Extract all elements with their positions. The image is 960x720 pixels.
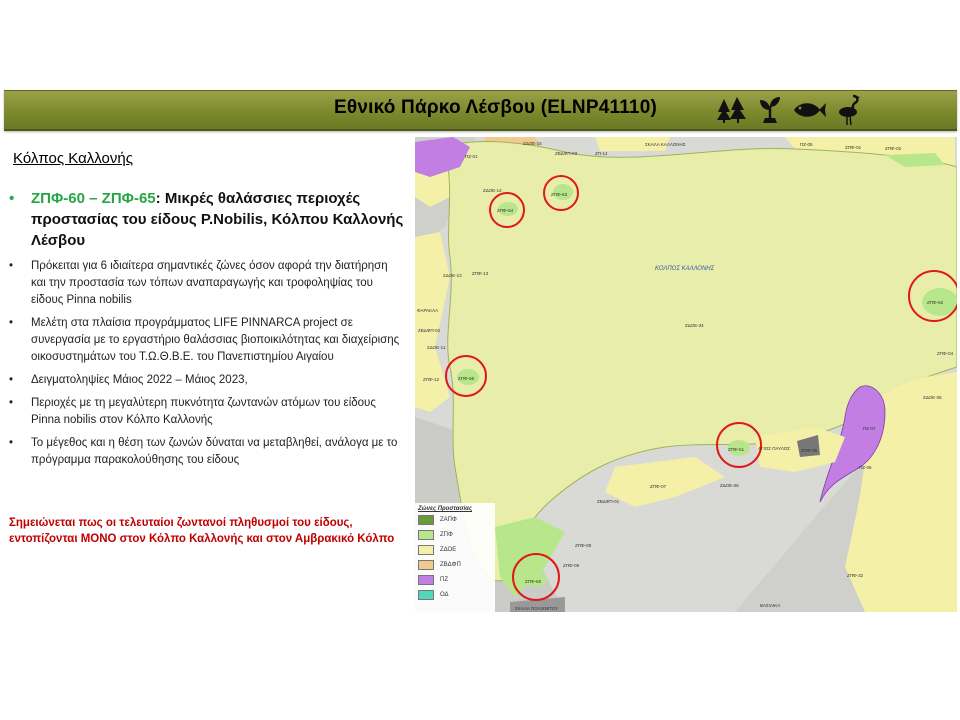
zone-label: ΠΖ-07 xyxy=(863,426,876,431)
bullet-icon: • xyxy=(9,190,15,207)
list-item: • Περιοχές με τη μεγαλύτερη πυκνότητα ζων… xyxy=(9,397,376,426)
flamingo-icon xyxy=(839,94,860,126)
zone-label: ΖΠΦ-09 xyxy=(563,563,580,568)
legend-swatch xyxy=(418,544,434,555)
zone-label: ΦΑΡΑΚΛΑ xyxy=(417,308,438,313)
zone-label: ΖΔΟΕ-14 xyxy=(483,188,502,193)
zone-label: ΖΠΦ-08 xyxy=(575,543,592,548)
bullet-list: • Πρόκειται για 6 ιδιαίτερα σημαντικές ζώ… xyxy=(9,258,401,475)
zone-label: ΠΖ-01 xyxy=(465,154,478,159)
zone-label: ΑΓΙΟΣ ΠΑΥΛΟΣ xyxy=(758,446,790,451)
zone-label: ΖΠΦ-32 xyxy=(847,573,864,578)
banner-title: Εθνικό Πάρκο Λέσβου (ELNP41110) xyxy=(334,97,657,118)
legend-swatch xyxy=(418,559,434,570)
legend-item: ΖΒΔΦΠ xyxy=(415,557,495,572)
zone-label: ΖΒΔΦΠ-03 xyxy=(555,151,578,156)
zone-label: ΖΠ-14 xyxy=(595,151,608,156)
trees-icon xyxy=(717,97,746,123)
zone-label: ΖΒΔΦΠ-02 xyxy=(418,328,441,333)
zone-label: ΖΠΦ-01 xyxy=(845,145,862,150)
zone-label: ΖΔΟΕ-06 xyxy=(720,483,739,488)
legend-swatch xyxy=(418,574,434,585)
legend-item: ΠΖ xyxy=(415,572,495,587)
zone-label: ΒΑΣΙΛΙΚΑ xyxy=(760,603,780,608)
list-item: • Το μέγεθος και η θέση των ζωνών δύναται… xyxy=(9,437,398,466)
zone-label: ΖΔΟΕ-15 xyxy=(523,141,542,146)
banner-icons xyxy=(716,94,863,126)
bullet-icon: • xyxy=(9,374,14,386)
bullet-icon: • xyxy=(9,437,14,449)
zone-label: ΖΠΦ-07 xyxy=(650,484,667,489)
bullet-icon: • xyxy=(9,397,14,409)
bullet-icon: • xyxy=(9,317,14,329)
zone-label: ΠΖ-05 xyxy=(800,142,813,147)
zone-label: ΖΠΦ-02 xyxy=(885,146,902,151)
legend-item: ΖΑΠΦ xyxy=(415,512,495,527)
zone-label: ΣΚΑΛΑ ΚΑΛΛΟΝΗΣ xyxy=(645,142,686,147)
list-item: • Δειγματοληψίες Μάιος 2022 – Μάιος 2023, xyxy=(9,372,401,389)
gulf-label: ΚΟΛΠΟΣ ΚΑΛΛΟΝΗΣ xyxy=(655,266,715,272)
zone-label: ΖΔΟΕ-11 xyxy=(427,345,446,350)
zone-label: ΖΠΦ-12 xyxy=(423,377,440,382)
zone-label: ΣΚΑΛΑ ΠΟΛΙΧΝΙΤΟΥ xyxy=(515,606,558,611)
legend-title: Ζώνες Προστασίας xyxy=(418,506,473,512)
zoning-map[interactable]: ΚΟΛΠΟΣ ΚΑΛΛΟΝΗΣ ΠΖ-01 ΖΔΟΕ-15 ΖΒΔΦΠ-03 Ζ… xyxy=(415,137,957,612)
legend-swatch xyxy=(418,529,434,540)
section-title: Κόλπος Καλλονής xyxy=(13,150,133,167)
zone-label: ΖΠΦ-62 xyxy=(927,300,944,305)
legend-swatch xyxy=(418,589,434,600)
main-point-text: ΖΠΦ-60 – ΖΠΦ-65: Μικρές θαλάσσιες περιοχ… xyxy=(31,188,409,251)
bullet-icon: • xyxy=(9,260,14,272)
fish-icon xyxy=(794,103,826,117)
legend-swatch xyxy=(418,514,434,525)
zone-label: ΠΖ-06 xyxy=(859,465,872,470)
zone-label: ΖΠΦ-04 xyxy=(937,351,954,356)
legend-item: ΟΔ xyxy=(415,587,495,602)
zone-label: ΖΔΟΕ-13 xyxy=(443,273,462,278)
map-canvas[interactable]: ΚΟΛΠΟΣ ΚΑΛΛΟΝΗΣ ΠΖ-01 ΖΔΟΕ-15 ΖΒΔΦΠ-03 Ζ… xyxy=(415,137,957,612)
title-banner: Εθνικό Πάρκο Λέσβου (ELNP41110) xyxy=(4,90,957,131)
legend-item: ΖΠΦ xyxy=(415,527,495,542)
zone-label: ΖΠΦ-64 xyxy=(497,208,514,213)
list-item: • Πρόκειται για 6 ιδιαίτερα σημαντικές ζώ… xyxy=(9,260,388,306)
zone-label: ΖΠΦ-13 xyxy=(472,271,489,276)
legend-item: ΖΔΟΕ xyxy=(415,542,495,557)
zone-label: ΖΔΟΕ-05 xyxy=(923,395,942,400)
zone-label: ΖΠΦ-63 xyxy=(551,192,568,197)
main-point-highlight: ΖΠΦ-60 – ΖΠΦ-65 xyxy=(31,190,156,207)
map-legend: Ζώνες Προστασίας ΖΑΠΦ ΖΠΦ ΖΔΟΕ ΖΒΔΦΠ ΠΖ … xyxy=(415,503,495,612)
plant-icon xyxy=(760,97,780,123)
zone-label: ΖΔΟΕ-34 xyxy=(685,323,704,328)
list-item: • Μελέτη στα πλαίσια προγράμματος LIFE PI… xyxy=(9,317,400,363)
zone-label: ΖΠΦ-06 xyxy=(801,448,818,453)
zone-label: ΖΒΔΦΠ-01 xyxy=(597,499,620,504)
zone-label: ΖΠΦ-60 xyxy=(525,579,542,584)
warning-note: Σημειώνεται πως οι τελευταίοι ζωντανοί π… xyxy=(9,517,395,545)
zone-label: ΖΠΦ-65 xyxy=(458,376,475,381)
zone-label: ΖΠΦ-61 xyxy=(728,447,745,452)
